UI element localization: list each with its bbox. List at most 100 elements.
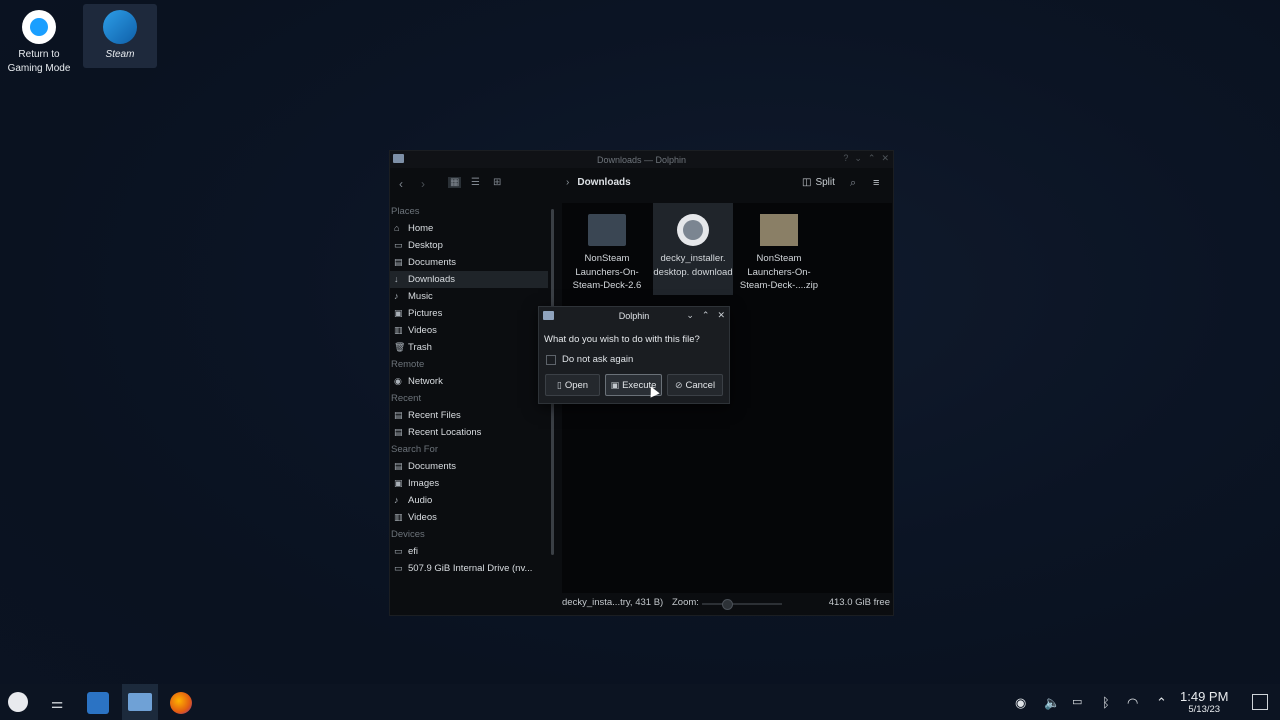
discover-store-icon[interactable]: [87, 692, 109, 714]
gaming-mode-icon: [22, 10, 56, 44]
split-label: Split: [815, 177, 835, 188]
dialog-title: Dolphin: [618, 310, 650, 321]
place-label: Recent Locations: [408, 427, 482, 438]
folder-app-icon: [128, 693, 152, 711]
window-titlebar[interactable]: Downloads — Dolphin ? ⌄ ⌃ ✕: [390, 151, 893, 168]
breadcrumb-current: Downloads: [577, 177, 631, 188]
place-network[interactable]: ◉ Network: [390, 373, 548, 390]
close-icon[interactable]: ✕: [881, 153, 889, 164]
dialog-titlebar[interactable]: Dolphin ⌄ ⌃ ✕: [539, 307, 729, 324]
close-icon[interactable]: ✕: [717, 310, 725, 321]
volume-icon[interactable]: 🔈: [1044, 695, 1060, 711]
window-title: Downloads — Dolphin: [596, 154, 687, 165]
settings-sliders-icon[interactable]: ⚌: [46, 692, 68, 714]
search-audio[interactable]: ♪ Audio: [390, 492, 548, 509]
bluetooth-icon[interactable]: ᛒ: [1102, 695, 1110, 710]
free-space: 413.0 GiB free: [828, 597, 890, 608]
search-icon[interactable]: ⌕: [850, 177, 856, 190]
place-label: Network: [408, 376, 443, 387]
dolphin-taskbar-button[interactable]: [122, 684, 158, 720]
section-remote: Remote: [391, 359, 425, 370]
zoom-slider[interactable]: [702, 599, 782, 610]
device-internal-drive[interactable]: ▭ 507.9 GiB Internal Drive (nv...: [390, 560, 548, 577]
place-label: Desktop: [408, 240, 443, 251]
device-efi[interactable]: ▭ efi: [390, 543, 548, 560]
place-label: Downloads: [408, 274, 455, 285]
documents-icon: ▤: [394, 257, 403, 267]
desktop-icon-steam[interactable]: Steam: [83, 4, 157, 68]
place-label: efi: [408, 546, 419, 557]
hamburger-menu-icon[interactable]: ≡: [873, 177, 879, 189]
details-view-icon[interactable]: ⊞: [493, 177, 501, 188]
toolbar: ‹ › ▦ ☰ ⊞ › Downloads ◫ Split ⌕ ≡: [390, 168, 893, 202]
minimize-icon[interactable]: ⌄: [686, 310, 694, 321]
place-downloads[interactable]: ↓ Downloads: [390, 271, 548, 288]
desktop-icon-return-gaming-mode[interactable]: Return to Gaming Mode: [2, 4, 76, 76]
steam-icon: [103, 10, 137, 44]
home-icon: ⌂: [394, 223, 400, 233]
pictures-icon: ▣: [394, 308, 403, 318]
folder-icon: [588, 214, 626, 246]
place-recent-locations[interactable]: ▤ Recent Locations: [390, 424, 548, 441]
section-devices: Devices: [391, 529, 425, 540]
execute-icon: ▣: [610, 380, 620, 390]
breadcrumb[interactable]: › Downloads: [566, 177, 631, 188]
maximize-icon[interactable]: ⌃: [868, 153, 876, 164]
zoom-slider-handle[interactable]: [722, 599, 733, 610]
steamos-menu-icon[interactable]: [8, 692, 28, 712]
open-button[interactable]: ▯ Open: [545, 374, 600, 396]
chevron-up-icon[interactable]: ⌃: [1156, 695, 1167, 711]
show-desktop-icon[interactable]: [1252, 694, 1268, 710]
search-documents[interactable]: ▤ Documents: [390, 458, 548, 475]
maximize-icon[interactable]: ⌃: [702, 310, 710, 321]
status-bar: decky_insta...try, 431 B) Zoom: 413.0 Gi…: [562, 597, 892, 611]
dialog-question: What do you wish to do with this file?: [544, 334, 700, 345]
search-videos[interactable]: ▥ Videos: [390, 509, 548, 526]
clock-time: 1:49 PM: [1180, 689, 1229, 704]
download-file-icon: [677, 214, 709, 246]
place-pictures[interactable]: ▣ Pictures: [390, 305, 548, 322]
place-videos[interactable]: ▥ Videos: [390, 322, 548, 339]
place-label: Pictures: [408, 308, 443, 319]
recent-files-icon: ▤: [394, 410, 403, 420]
file-item[interactable]: decky_installer. desktop. download: [653, 203, 733, 295]
images-icon: ▣: [394, 478, 403, 488]
help-icon[interactable]: ?: [843, 153, 848, 164]
battery-icon[interactable]: ▭: [1072, 695, 1082, 708]
minimize-icon[interactable]: ⌄: [854, 153, 862, 164]
place-trash[interactable]: 🗑 Trash: [390, 339, 548, 356]
place-label: Home: [408, 223, 434, 234]
checkbox-label: Do not ask again: [562, 354, 634, 365]
file-item[interactable]: NonSteam Launchers-On- Steam-Deck-....zi…: [739, 203, 819, 293]
file-name: NonSteam Launchers-On- Steam-Deck-2.6: [572, 253, 642, 291]
place-music[interactable]: ♪ Music: [390, 288, 548, 305]
documents-icon: ▤: [394, 461, 403, 471]
place-label: Recent Files: [408, 410, 461, 421]
back-icon[interactable]: ‹: [399, 177, 403, 191]
forward-icon[interactable]: ›: [421, 177, 425, 191]
desktop-icon: ▭: [394, 240, 403, 250]
do-not-ask-checkbox[interactable]: Do not ask again: [546, 354, 633, 365]
firefox-icon[interactable]: [170, 692, 192, 714]
place-home[interactable]: ⌂ Home: [390, 220, 548, 237]
search-images[interactable]: ▣ Images: [390, 475, 548, 492]
file-item[interactable]: NonSteam Launchers-On- Steam-Deck-2.6: [567, 203, 647, 293]
place-label: Videos: [408, 512, 437, 523]
place-desktop[interactable]: ▭ Desktop: [390, 237, 548, 254]
wifi-icon[interactable]: ◠: [1127, 695, 1138, 711]
places-panel: Places ⌂ Home ▭ Desktop ▤ Documents ↓ Downlo…: [390, 203, 548, 613]
compact-view-icon[interactable]: ☰: [471, 177, 480, 188]
split-button[interactable]: ◫ Split: [802, 177, 835, 188]
place-recent-files[interactable]: ▤ Recent Files: [390, 407, 548, 424]
drive-icon: ▭: [394, 563, 403, 573]
checkbox-box[interactable]: [546, 354, 556, 365]
trash-icon: 🗑: [394, 342, 406, 352]
cancel-label: Cancel: [685, 380, 716, 391]
place-label: Trash: [408, 342, 432, 353]
place-documents[interactable]: ▤ Documents: [390, 254, 548, 271]
clock[interactable]: 1:49 PM 5/13/23: [1180, 689, 1228, 715]
chevron-right-icon: ›: [566, 177, 570, 188]
cancel-button[interactable]: ⊘ Cancel: [667, 374, 723, 396]
steam-tray-icon[interactable]: ◉: [1015, 695, 1026, 711]
icons-view-icon[interactable]: ▦: [448, 177, 462, 188]
